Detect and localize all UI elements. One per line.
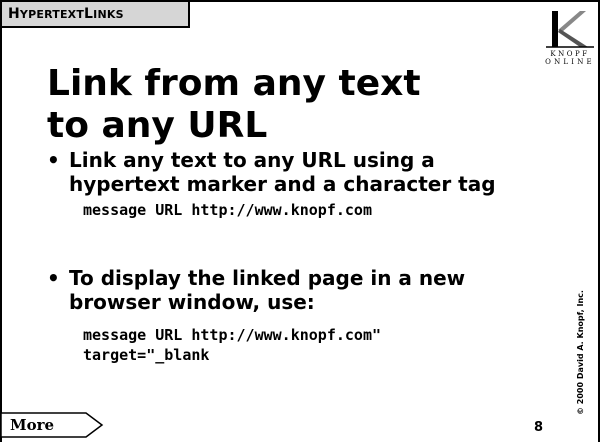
code-example-2-line-2: target="_blank: [83, 346, 210, 364]
bullet-1-text: Link any text to any URL using a hyperte…: [69, 148, 539, 196]
bullet-2-line-2: browser window, use:: [69, 290, 315, 314]
logo-word-knopf: KNOPF: [550, 50, 590, 58]
section-tab-initial: H: [8, 6, 20, 22]
slide-frame-left: [0, 0, 2, 442]
section-tab-rest-2: INKS: [93, 7, 124, 21]
bullet-2: • To display the linked page in a new br…: [47, 266, 567, 314]
page-number: 8: [534, 420, 544, 435]
section-tab-initial-2: L: [84, 6, 94, 22]
slide-title: Link from any text to any URL: [47, 63, 507, 147]
section-tab: H YPERTEXT L INKS: [0, 0, 190, 28]
slide-title-line-2: to any URL: [47, 105, 268, 146]
knopf-k-logo-icon: [546, 11, 594, 48]
bullet-1-line-2: hypertext marker and a character tag: [69, 172, 496, 196]
more-button[interactable]: More: [0, 412, 104, 438]
bullet-2-text: To display the linked page in a new brow…: [69, 266, 539, 314]
bullet-1: • Link any text to any URL using a hyper…: [47, 148, 567, 196]
copyright-notice: © 2000 David A. Knopf, Inc.: [576, 290, 585, 415]
bullet-dot-icon: •: [47, 148, 60, 172]
code-example-1: message URL http://www.knopf.com: [83, 201, 372, 219]
slide-title-line-1: Link from any text: [47, 63, 421, 104]
logo-word-online: ONLINE: [545, 58, 595, 66]
code-example-2-line-1: message URL http://www.knopf.com": [83, 326, 382, 344]
bullet-dot-icon: •: [47, 266, 60, 290]
knopf-online-logo: KNOPF ONLINE: [542, 8, 598, 68]
bullet-1-line-1: Link any text to any URL using a: [69, 148, 435, 172]
bullet-2-line-1: To display the linked page in a new: [69, 266, 466, 290]
more-button-label: More: [10, 416, 55, 434]
section-tab-rest: YPERTEXT: [19, 7, 85, 21]
